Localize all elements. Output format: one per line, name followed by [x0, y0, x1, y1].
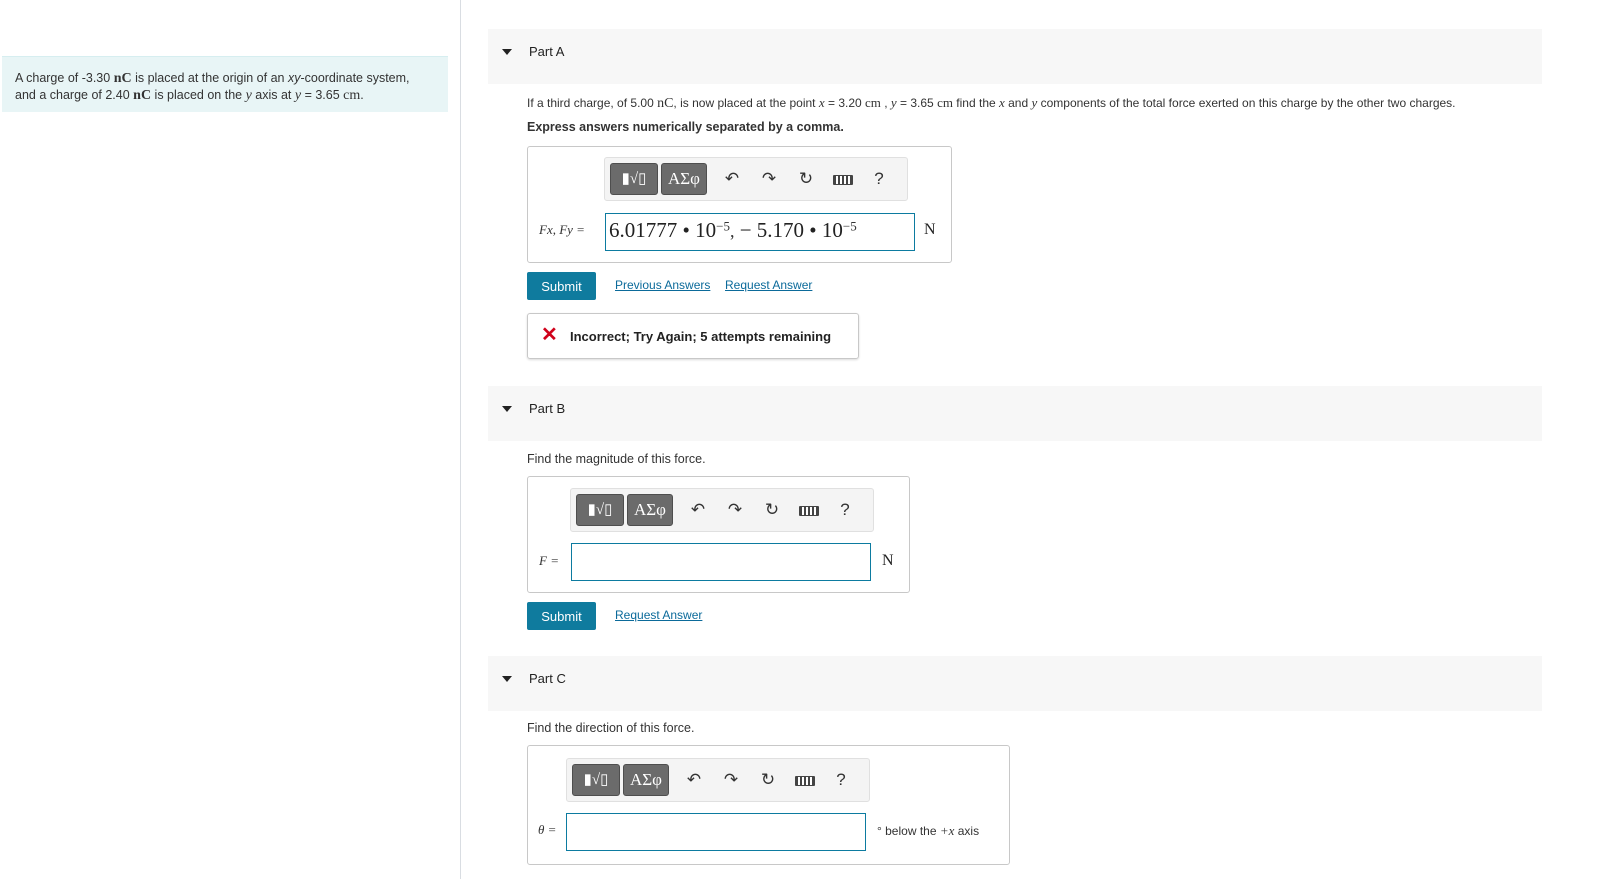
part-a-prompt: If a third charge, of 5.00 nC, is now pl…: [527, 95, 1456, 111]
part-a-submit-button[interactable]: Submit: [527, 272, 596, 300]
collapse-triangle-icon[interactable]: [502, 49, 512, 55]
part-a-variable-label: Fx, Fy =: [539, 222, 585, 237]
part-c-unit: ° below the +x axis: [877, 823, 980, 838]
problem-line-1: A charge of -3.30 nC is placed at the or…: [15, 71, 410, 86]
problem-line-2: and a charge of 2.40 nC is placed on the…: [15, 88, 364, 103]
part-c-title: Part C: [529, 671, 566, 686]
templates-button[interactable]: ▮√▯: [572, 764, 620, 796]
reset-icon[interactable]: ↻: [796, 169, 816, 189]
part-b-title: Part B: [529, 401, 566, 416]
part-a-request-answer-link[interactable]: Request Answer: [725, 278, 812, 292]
part-b-answer-input[interactable]: [571, 543, 871, 581]
part-c-prompt: Find the direction of this force.: [527, 721, 695, 735]
part-b-submit-button[interactable]: Submit: [527, 602, 596, 630]
keyboard-icon[interactable]: [795, 776, 815, 786]
part-b-variable-label: F =: [539, 553, 559, 568]
keyboard-icon[interactable]: [833, 175, 853, 185]
part-c-answer-box: ▮√▯ ΑΣφ ↶ ↷ ↻ ? θ = ° below the +x axis: [527, 745, 1010, 865]
part-b-answer-box: ▮√▯ ΑΣφ ↶ ↷ ↻ ? F = N: [527, 476, 910, 593]
redo-icon[interactable]: ↷: [759, 169, 779, 189]
part-c-variable-label: θ =: [538, 822, 557, 837]
part-a-header[interactable]: Part A: [488, 29, 1542, 84]
help-icon[interactable]: ?: [835, 500, 855, 520]
part-b-request-answer-link[interactable]: Request Answer: [615, 608, 702, 622]
previous-answers-link[interactable]: Previous Answers: [615, 278, 710, 292]
part-a-unit: N: [924, 221, 936, 238]
part-c-answer-input[interactable]: [566, 813, 866, 851]
part-a-answer-input[interactable]: 6.01777 • 10−5, − 5.170 • 10−5: [605, 213, 915, 251]
part-c-header[interactable]: Part C: [488, 656, 1542, 711]
part-b-header[interactable]: Part B: [488, 386, 1542, 441]
symbols-button[interactable]: ΑΣφ: [623, 764, 669, 796]
help-icon[interactable]: ?: [869, 169, 889, 189]
problem-statement: A charge of -3.30 nC is placed at the or…: [2, 56, 448, 112]
reset-icon[interactable]: ↻: [762, 500, 782, 520]
part-b-unit: N: [882, 552, 894, 569]
help-icon[interactable]: ?: [831, 770, 851, 790]
redo-icon[interactable]: ↷: [721, 770, 741, 790]
problem-statement-panel: A charge of -3.30 nC is placed at the or…: [0, 0, 461, 879]
math-toolbar: ▮√▯ ΑΣφ ↶ ↷ ↻ ?: [566, 758, 870, 802]
keyboard-icon[interactable]: [799, 506, 819, 516]
undo-icon[interactable]: ↶: [722, 169, 742, 189]
feedback-message: Incorrect; Try Again; 5 attempts remaini…: [570, 329, 832, 344]
reset-icon[interactable]: ↻: [758, 770, 778, 790]
incorrect-x-icon: ✕: [541, 324, 558, 346]
part-a-instruction: Express answers numerically separated by…: [527, 120, 844, 134]
symbols-button[interactable]: ΑΣφ: [661, 163, 707, 195]
redo-icon[interactable]: ↷: [725, 500, 745, 520]
part-b-prompt: Find the magnitude of this force.: [527, 452, 706, 466]
part-a-feedback: ✕ Incorrect; Try Again; 5 attempts remai…: [527, 313, 859, 359]
undo-icon[interactable]: ↶: [688, 500, 708, 520]
part-a-answer-box: ▮√▯ ΑΣφ ↶ ↷ ↻ ? Fx, Fy = 6.01777 • 10−5,…: [527, 146, 952, 263]
undo-icon[interactable]: ↶: [684, 770, 704, 790]
symbols-button[interactable]: ΑΣφ: [627, 494, 673, 526]
collapse-triangle-icon[interactable]: [502, 406, 512, 412]
templates-button[interactable]: ▮√▯: [576, 494, 624, 526]
parts-panel: Part A If a third charge, of 5.00 nC, is…: [462, 0, 1601, 879]
math-toolbar: ▮√▯ ΑΣφ ↶ ↷ ↻ ?: [570, 488, 874, 532]
part-a-title: Part A: [529, 44, 565, 59]
math-toolbar: ▮√▯ ΑΣφ ↶ ↷ ↻ ?: [604, 157, 908, 201]
collapse-triangle-icon[interactable]: [502, 676, 512, 682]
templates-button[interactable]: ▮√▯: [610, 163, 658, 195]
